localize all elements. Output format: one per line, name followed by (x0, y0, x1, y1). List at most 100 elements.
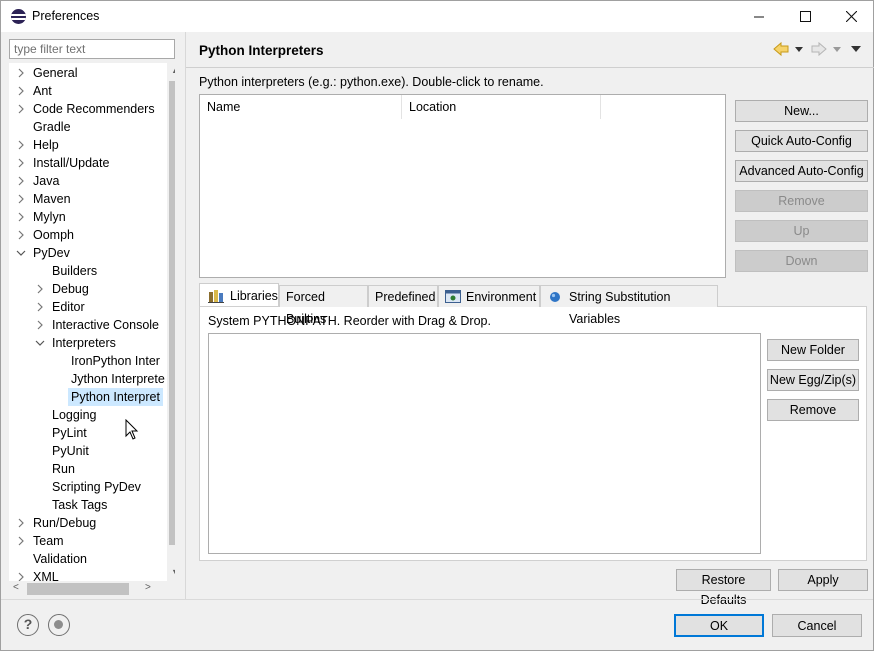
tree-item-label: IronPython Inter (71, 354, 160, 368)
view-menu-chevron-icon[interactable] (851, 41, 861, 60)
preferences-tree: General Ant Code Recommenders Gradle Help Ins… (9, 63, 175, 597)
new-folder-button[interactable]: New Folder (767, 339, 859, 361)
tree-item-label: Mylyn (33, 210, 66, 224)
column-header-location[interactable]: Location (402, 95, 601, 119)
libraries-icon (208, 290, 224, 303)
chevron-right-icon[interactable] (16, 136, 28, 154)
variables-icon (550, 292, 560, 302)
footer-separator (1, 599, 873, 600)
filter-input[interactable] (9, 39, 175, 59)
record-preferences-icon[interactable] (48, 614, 70, 636)
tab-label: Predefined (375, 290, 436, 304)
apply-button[interactable]: Apply (778, 569, 868, 591)
tree-item-label: General (33, 66, 78, 80)
tree-item-label: Jython Interprete (71, 372, 165, 386)
tree-item-label: Interactive Console (52, 318, 160, 332)
tab-string-substitution-variables[interactable]: String Substitution Variables (540, 285, 718, 326)
tree-item-label: Python Interpret (68, 388, 163, 406)
down-button[interactable]: Down (735, 250, 868, 272)
tab-predefined[interactable]: Predefined (368, 285, 438, 307)
new-egg-zip-button[interactable]: New Egg/Zip(s) (767, 369, 859, 391)
scroll-right-icon[interactable]: > (145, 582, 151, 593)
up-button[interactable]: Up (735, 220, 868, 242)
chevron-down-icon[interactable] (35, 334, 47, 352)
quick-auto-config-button[interactable]: Quick Auto-Config (735, 130, 868, 152)
tree-item-label: Ant (33, 84, 52, 98)
tree-vertical-scrollbar[interactable]: ▲ ▼ (167, 63, 175, 581)
tree-item-label: Validation (33, 552, 87, 566)
tab-label: Environment (466, 290, 537, 304)
tree-item-label: Install/Update (33, 156, 110, 170)
remove-interpreter-button[interactable]: Remove (735, 190, 868, 212)
maximize-button[interactable] (782, 1, 828, 32)
tree-item-label: Run (52, 462, 75, 476)
chevron-right-icon[interactable] (16, 514, 28, 532)
maximize-icon (799, 11, 811, 22)
back-menu-chevron-icon[interactable] (795, 41, 803, 60)
remove-library-button[interactable]: Remove (767, 399, 859, 421)
tree-item-label: Gradle (33, 120, 71, 134)
interpreters-table[interactable]: Name Location (199, 94, 726, 278)
column-header-name[interactable]: Name (200, 95, 402, 119)
header-separator (186, 67, 874, 68)
close-button[interactable] (828, 1, 874, 32)
tree-item-label: PyLint (52, 426, 87, 440)
tree-horizontal-scrollbar[interactable]: < > (9, 581, 175, 597)
scrollbar-thumb[interactable] (169, 81, 175, 545)
forward-menu-chevron-icon[interactable] (833, 41, 841, 60)
tree-item-label: Debug (52, 282, 89, 296)
environment-icon (445, 290, 461, 303)
pythonpath-description: System PYTHONPATH. Reorder with Drag & D… (208, 314, 491, 328)
chevron-right-icon[interactable] (16, 64, 28, 82)
tree-item-label: Help (33, 138, 59, 152)
chevron-right-icon[interactable] (16, 532, 28, 550)
chevron-right-icon[interactable] (16, 226, 28, 244)
tab-forced-builtins[interactable]: Forced Builtins (279, 285, 368, 326)
mouse-cursor-icon (125, 419, 139, 440)
tab-label: Libraries (230, 289, 278, 303)
tree-item-label: Editor (52, 300, 85, 314)
chevron-right-icon[interactable] (35, 280, 47, 298)
tree-item-label: Code Recommenders (33, 102, 155, 116)
pane-divider[interactable] (185, 32, 186, 599)
help-icon[interactable]: ? (17, 614, 39, 636)
minimize-icon (754, 16, 764, 17)
scroll-up-icon[interactable]: ▲ (171, 65, 175, 75)
tree-item-label: Scripting PyDev (52, 480, 141, 494)
tree-item-label: Logging (52, 408, 97, 422)
chevron-right-icon[interactable] (35, 298, 47, 316)
scroll-down-icon[interactable]: ▼ (171, 567, 175, 577)
tree-item-label: Run/Debug (33, 516, 97, 530)
tab-environment[interactable]: Environment (438, 285, 540, 307)
ok-button[interactable]: OK (674, 614, 764, 637)
tree-item-label: Java (33, 174, 60, 188)
cancel-button[interactable]: Cancel (772, 614, 862, 637)
chevron-right-icon[interactable] (16, 190, 28, 208)
eclipse-icon (11, 9, 26, 24)
new-interpreter-button[interactable]: New... (735, 100, 868, 122)
chevron-right-icon[interactable] (16, 100, 28, 118)
preferences-window: Preferences GeneralAntCode RecommendersG… (0, 0, 874, 651)
tab-libraries[interactable]: Libraries (199, 283, 279, 306)
tree-item-label: Team (33, 534, 64, 548)
scroll-left-icon[interactable]: < (13, 582, 19, 593)
chevron-right-icon[interactable] (16, 154, 28, 172)
back-arrow-icon[interactable] (773, 41, 789, 60)
minimize-button[interactable] (736, 1, 782, 32)
interpreters-description: Python interpreters (e.g.: python.exe). … (199, 75, 544, 89)
chevron-right-icon[interactable] (16, 172, 28, 190)
tree-item-label: Task Tags (52, 498, 108, 512)
chevron-down-icon[interactable] (16, 244, 28, 262)
chevron-right-icon[interactable] (16, 82, 28, 100)
chevron-right-icon[interactable] (35, 316, 47, 334)
tree-item-label: Oomph (33, 228, 74, 242)
scrollbar-thumb[interactable] (27, 583, 129, 595)
forward-arrow-icon[interactable] (811, 41, 827, 60)
tree-item-label: Interpreters (52, 336, 116, 350)
chevron-right-icon[interactable] (16, 208, 28, 226)
tree-item-label: PyDev (33, 246, 70, 260)
title-bar: Preferences (1, 1, 873, 32)
advanced-auto-config-button[interactable]: Advanced Auto-Config (735, 160, 868, 182)
pythonpath-list[interactable] (208, 333, 761, 554)
restore-defaults-button[interactable]: Restore Defaults (676, 569, 771, 607)
